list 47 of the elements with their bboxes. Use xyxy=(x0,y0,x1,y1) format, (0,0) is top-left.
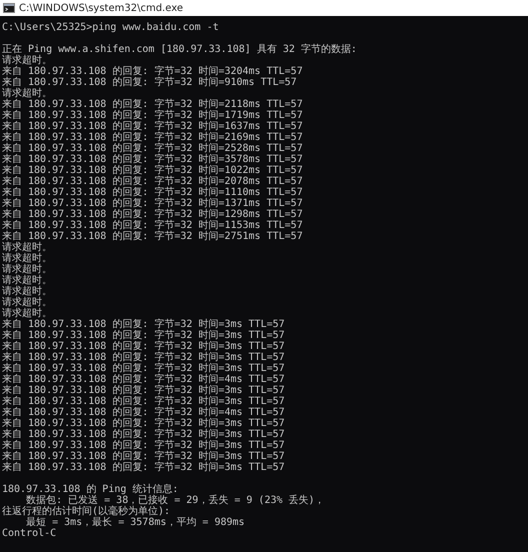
console-line: 来自 180.97.33.108 的回复: 字节=32 时间=2528ms TTL=57 xyxy=(2,143,303,154)
console-line: 请求超时。 xyxy=(2,88,52,99)
console-line: 最短 = 3ms，最长 = 3578ms，平均 = 989ms xyxy=(25,517,245,528)
console-line: 请求超时。 xyxy=(2,55,52,66)
console-line: 来自 180.97.33.108 的回复: 字节=32 时间=2751ms TTL=57 xyxy=(2,231,303,242)
window-title: C:\WINDOWS\system32\cmd.exe xyxy=(19,2,183,14)
console-line: 请求超时。 xyxy=(2,308,52,319)
console-line: 180.97.33.108 的 Ping 统计信息: xyxy=(2,484,178,495)
console-line: 来自 180.97.33.108 的回复: 字节=32 时间=3ms TTL=57 xyxy=(2,352,285,363)
console-line: C:\Users\25325>ping www.baidu.com -t xyxy=(2,22,219,33)
console-line: 来自 180.97.33.108 的回复: 字节=32 时间=3ms TTL=57 xyxy=(2,451,285,462)
console-line: 来自 180.97.33.108 的回复: 字节=32 时间=2118ms TTL=57 xyxy=(2,99,303,110)
console-line: 来自 180.97.33.108 的回复: 字节=32 时间=3ms TTL=57 xyxy=(2,330,285,341)
console-line: 请求超时。 xyxy=(2,275,52,286)
console-line: 来自 180.97.33.108 的回复: 字节=32 时间=2078ms TTL=57 xyxy=(2,176,303,187)
console-line: 来自 180.97.33.108 的回复: 字节=32 时间=1022ms TTL=57 xyxy=(2,165,303,176)
console-line: 正在 Ping www.a.shifen.com [180.97.33.108] 具有 32 字节的数据: xyxy=(2,44,357,55)
console-line: 来自 180.97.33.108 的回复: 字节=32 时间=1371ms TTL=57 xyxy=(2,198,303,209)
console-line: 来自 180.97.33.108 的回复: 字节=32 时间=3578ms TTL=57 xyxy=(2,154,303,165)
console-line: Control-C xyxy=(2,528,56,539)
console-line: 来自 180.97.33.108 的回复: 字节=32 时间=3ms TTL=57 xyxy=(2,418,285,429)
terminal-icon xyxy=(3,3,15,13)
console-line: 往返行程的估计时间(以毫秒为单位): xyxy=(2,506,170,517)
console-line: 来自 180.97.33.108 的回复: 字节=32 时间=3ms TTL=57 xyxy=(2,341,285,352)
console-line: 来自 180.97.33.108 的回复: 字节=32 时间=1110ms TTL=57 xyxy=(2,187,303,198)
console-line: 来自 180.97.33.108 的回复: 字节=32 时间=1637ms TTL=57 xyxy=(2,121,303,132)
console-line: 来自 180.97.33.108 的回复: 字节=32 时间=3ms TTL=57 xyxy=(2,363,285,374)
console-line: 来自 180.97.33.108 的回复: 字节=32 时间=3204ms TTL=57 xyxy=(2,66,303,77)
console-line: 数据包: 已发送 = 38，已接收 = 29，丢失 = 9 (23% 丢失)， xyxy=(25,495,325,506)
console-line: 来自 180.97.33.108 的回复: 字节=32 时间=3ms TTL=57 xyxy=(2,396,285,407)
console-line: 来自 180.97.33.108 的回复: 字节=32 时间=910ms TTL=57 xyxy=(2,77,297,88)
console-line: 来自 180.97.33.108 的回复: 字节=32 时间=1298ms TTL=57 xyxy=(2,209,303,220)
console-line: 来自 180.97.33.108 的回复: 字节=32 时间=3ms TTL=57 xyxy=(2,440,285,451)
console-line: 请求超时。 xyxy=(2,264,52,275)
console-line: 请求超时。 xyxy=(2,253,52,264)
console-line: 来自 180.97.33.108 的回复: 字节=32 时间=3ms TTL=57 xyxy=(2,429,285,440)
console-line: 来自 180.97.33.108 的回复: 字节=32 时间=1719ms TTL=57 xyxy=(2,110,303,121)
console-line: 来自 180.97.33.108 的回复: 字节=32 时间=3ms TTL=57 xyxy=(2,462,285,473)
console-line: 来自 180.97.33.108 的回复: 字节=32 时间=3ms TTL=57 xyxy=(2,319,285,330)
console-line: 来自 180.97.33.108 的回复: 字节=32 时间=2169ms TTL=57 xyxy=(2,132,303,143)
console-line: 来自 180.97.33.108 的回复: 字节=32 时间=4ms TTL=57 xyxy=(2,407,285,418)
console-line: 来自 180.97.33.108 的回复: 字节=32 时间=1153ms TTL=57 xyxy=(2,220,303,231)
console-line: 请求超时。 xyxy=(2,242,52,253)
console-line: 请求超时。 xyxy=(2,286,52,297)
console-line: 来自 180.97.33.108 的回复: 字节=32 时间=4ms TTL=57 xyxy=(2,374,285,385)
console-line: 来自 180.97.33.108 的回复: 字节=32 时间=3ms TTL=57 xyxy=(2,385,285,396)
console-line: 请求超时。 xyxy=(2,297,52,308)
